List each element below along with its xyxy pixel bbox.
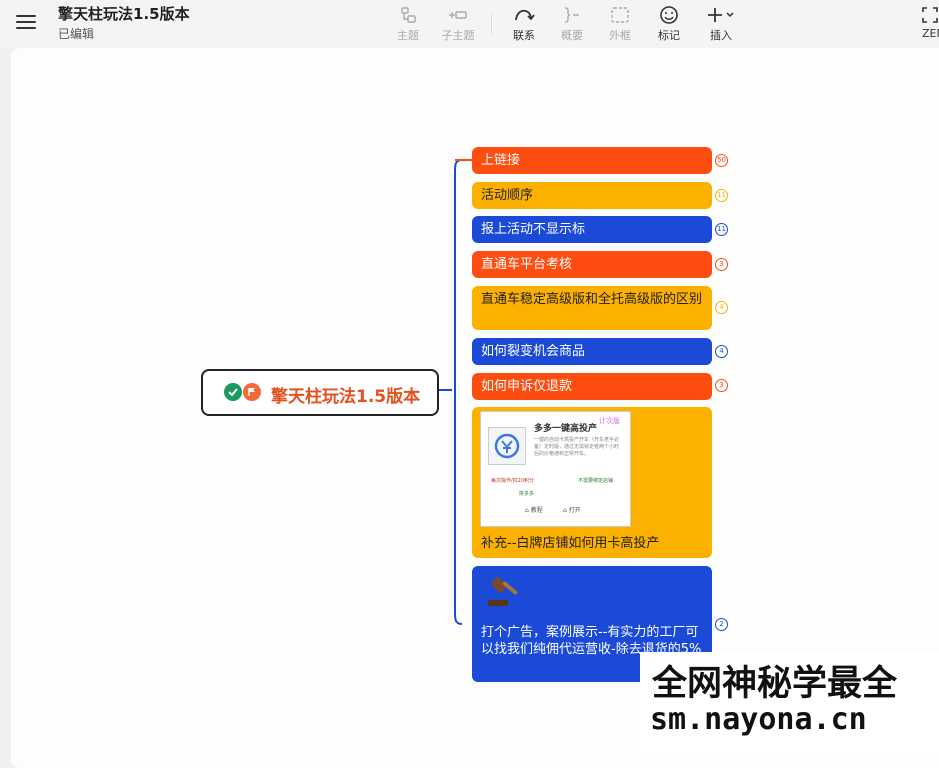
branch-label: 活动顺序 bbox=[481, 188, 534, 203]
branch-topic[interactable]: 直通车平台考核 bbox=[472, 251, 712, 278]
gavel-icon bbox=[486, 576, 524, 613]
root-topic-label: 擎天柱玩法1.5版本 bbox=[271, 387, 421, 407]
card-description: 一键的自动卡高投产开车（开车老手必备）定时版，通过无需锁定者两个小时后的价格通到… bbox=[534, 437, 620, 457]
branch-label: 直通车平台考核 bbox=[481, 257, 573, 272]
branch-topic[interactable]: 报上活动不显示标 bbox=[472, 216, 712, 243]
card-tutorial-link: ⌂ 教程 bbox=[525, 505, 543, 514]
card-tag: 计次版 bbox=[599, 417, 620, 425]
flag-icon bbox=[243, 383, 261, 401]
card-cost: 每次操作/扣20积分 bbox=[491, 478, 535, 484]
collapse-count-badge[interactable]: 11 bbox=[715, 189, 728, 202]
card-tutorial-label: 教程 bbox=[530, 507, 543, 514]
collapse-count-badge[interactable]: 4 bbox=[715, 345, 728, 358]
branch-topic[interactable]: 直通车稳定高级版和全托高级版的区别 bbox=[472, 286, 712, 330]
embedded-image-card[interactable]: 多多一键高投产 计次版 一键的自动卡高投产开车（开车老手必备）定时版，通过无需锁… bbox=[480, 411, 631, 527]
check-icon bbox=[224, 383, 242, 401]
collapse-count-badge[interactable]: 11 bbox=[715, 223, 728, 236]
branch-label: 报上活动不显示标 bbox=[481, 222, 586, 237]
card-title: 多多一键高投产 bbox=[534, 424, 598, 434]
card-open-link: ⌂ 打开 bbox=[563, 505, 581, 514]
collapse-count-badge[interactable]: 4 bbox=[715, 301, 728, 314]
branch-topic[interactable]: 如何申诉仅退款 bbox=[472, 373, 712, 400]
refresh-yen-icon bbox=[488, 427, 526, 465]
root-topic[interactable]: 擎天柱玩法1.5版本 bbox=[201, 369, 439, 416]
watermark-line2: sm.nayona.cn bbox=[650, 702, 867, 737]
collapse-count-badge[interactable]: 3 bbox=[715, 258, 728, 271]
branch-topic[interactable]: 上链接 bbox=[472, 147, 712, 174]
collapse-count-badge[interactable]: 3 bbox=[715, 379, 728, 392]
watermark-line1: 全网神秘学最全 bbox=[652, 664, 898, 704]
branch-topic[interactable]: 活动顺序 bbox=[472, 182, 712, 209]
collapse-count-badge[interactable]: 2 bbox=[715, 618, 728, 631]
branch-label: 如何申诉仅退款 bbox=[481, 379, 573, 394]
branch-label: 如何裂变机会商品 bbox=[481, 344, 586, 359]
branch-label: 补充--白牌店铺如何用卡高投产 bbox=[481, 536, 660, 551]
card-open-label: 打开 bbox=[568, 507, 581, 514]
branch-topic[interactable]: 如何裂变机会商品 bbox=[472, 338, 712, 365]
card-note: 不需要绑定店铺 bbox=[578, 478, 614, 484]
mindmap-connectors bbox=[437, 159, 472, 625]
collapse-count-badge[interactable]: 50 bbox=[715, 154, 728, 167]
branch-label: 直通车稳定高级版和全托高级版的区别 bbox=[481, 292, 703, 307]
watermark-overlay: 全网神秘学最全 sm.nayona.cn bbox=[640, 652, 939, 752]
branch-label: 上链接 bbox=[481, 153, 521, 168]
card-platform: 拼多多 bbox=[519, 491, 535, 497]
